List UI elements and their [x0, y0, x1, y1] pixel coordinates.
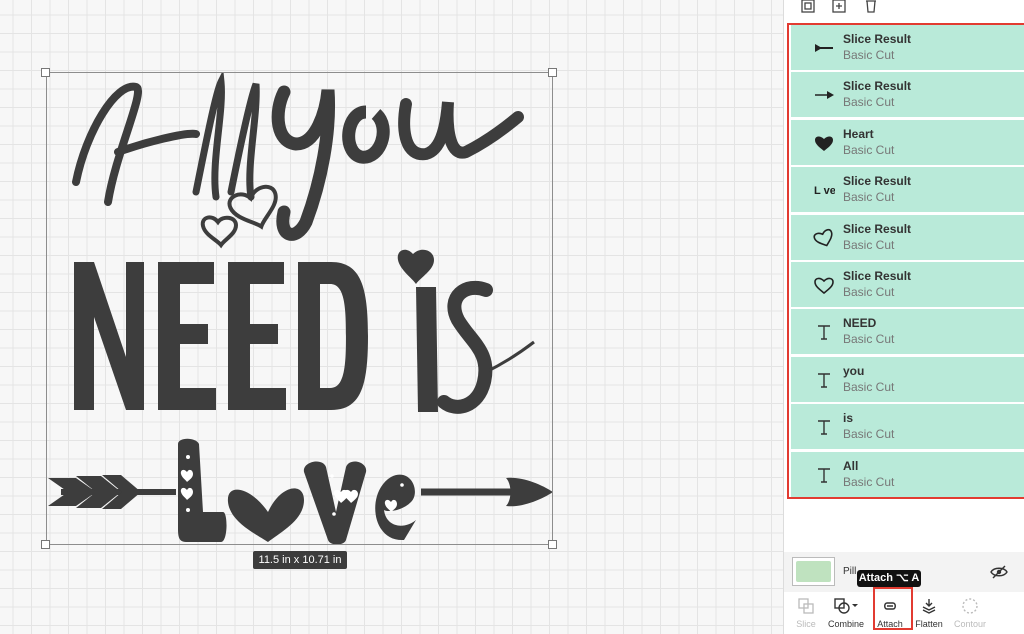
layer-item[interactable]: Slice Result Basic Cut	[791, 72, 1024, 118]
layer-item[interactable]: is Basic Cut	[791, 404, 1024, 450]
layer-toolbar	[784, 0, 1024, 20]
trash-icon[interactable]	[863, 0, 883, 16]
layer-name: is	[843, 411, 854, 426]
design-canvas[interactable]: 11.5 in x 10.71 in	[0, 0, 783, 634]
contour-icon	[949, 596, 991, 616]
attach-button[interactable]: Attach	[869, 596, 911, 632]
resize-handle-top-left[interactable]	[41, 68, 50, 77]
heart-outline-left-icon	[813, 228, 835, 248]
combine-button[interactable]: Combine	[825, 596, 867, 632]
layer-name: Slice Result	[843, 174, 912, 189]
slice-label: Slice	[796, 619, 816, 629]
layer-name: Slice Result	[843, 221, 912, 236]
contour-label: Contour	[953, 619, 987, 629]
text-icon	[813, 370, 835, 390]
layer-item[interactable]: Heart Basic Cut	[791, 119, 1024, 165]
slice-button[interactable]: Slice	[785, 596, 827, 632]
layer-name: you	[843, 363, 865, 378]
eye-hidden-icon[interactable]	[990, 564, 1008, 580]
combine-icon	[825, 596, 867, 616]
layer-name: Slice Result	[843, 79, 912, 94]
layer-item[interactable]: L ve Slice Result Basic Cut	[791, 167, 1024, 213]
layers-panel: Slice Result Basic Cut Slice Result Basi…	[784, 0, 1024, 634]
resize-handle-bottom-left[interactable]	[41, 540, 50, 549]
attach-label: Attach	[877, 619, 903, 629]
flatten-icon	[908, 596, 950, 616]
layer-item[interactable]: Slice Result Basic Cut	[791, 25, 1024, 70]
duplicate-icon[interactable]	[831, 0, 851, 16]
layer-operation: Basic Cut	[843, 237, 895, 252]
layer-item[interactable]: you Basic Cut	[791, 356, 1024, 402]
slice-icon	[785, 596, 827, 616]
layer-operation: Basic Cut	[843, 284, 895, 299]
svg-text:L ve: L ve	[814, 185, 835, 197]
layer-name: NEED	[843, 316, 877, 331]
layer-item[interactable]: NEED Basic Cut	[791, 309, 1024, 355]
love-text-icon: L ve	[813, 180, 836, 200]
layer-name: Heart	[843, 126, 874, 141]
layer-operation: Basic Cut	[843, 379, 895, 394]
layer-operation: Basic Cut	[843, 142, 895, 157]
bottom-toolbar: Slice Combine Attach Flatten Contour	[784, 587, 1024, 634]
layer-item[interactable]: Slice Result Basic Cut	[791, 214, 1024, 260]
canvas-thumbnail	[792, 557, 835, 586]
size-readout: 11.5 in x 10.71 in	[253, 551, 347, 569]
layer-name: Slice Result	[843, 32, 912, 46]
contour-button[interactable]: Contour	[949, 596, 991, 632]
arrow-head-icon	[813, 85, 835, 105]
text-icon	[813, 465, 835, 485]
canvas-layer-label: Pill	[843, 566, 857, 577]
attach-icon	[869, 596, 911, 616]
selection-bounding-box	[46, 72, 553, 545]
layer-name: All	[843, 458, 859, 473]
layer-operation: Basic Cut	[843, 332, 895, 347]
flatten-button[interactable]: Flatten	[908, 596, 950, 632]
text-icon	[813, 417, 835, 437]
resize-handle-bottom-right[interactable]	[548, 540, 557, 549]
layers-list: Slice Result Basic Cut Slice Result Basi…	[787, 23, 1024, 499]
flatten-label: Flatten	[915, 619, 943, 629]
layer-operation: Basic Cut	[843, 427, 895, 442]
layer-operation: Basic Cut	[843, 474, 895, 489]
layer-item[interactable]: Slice Result Basic Cut	[791, 261, 1024, 307]
arrow-tail-icon	[813, 38, 835, 58]
layer-operation: Basic Cut	[843, 95, 895, 110]
layer-item[interactable]: All Basic Cut	[791, 451, 1024, 497]
resize-handle-top-right[interactable]	[548, 68, 557, 77]
layer-name: Slice Result	[843, 268, 912, 283]
heart-outline-icon	[813, 275, 835, 295]
group-icon[interactable]	[800, 0, 820, 16]
combine-label: Combine	[827, 619, 865, 629]
layer-operation: Basic Cut	[843, 48, 895, 62]
text-icon	[813, 322, 835, 342]
layer-operation: Basic Cut	[843, 190, 895, 205]
attach-tooltip: Attach ⌥ A	[857, 570, 921, 587]
heart-filled-icon	[813, 133, 835, 153]
